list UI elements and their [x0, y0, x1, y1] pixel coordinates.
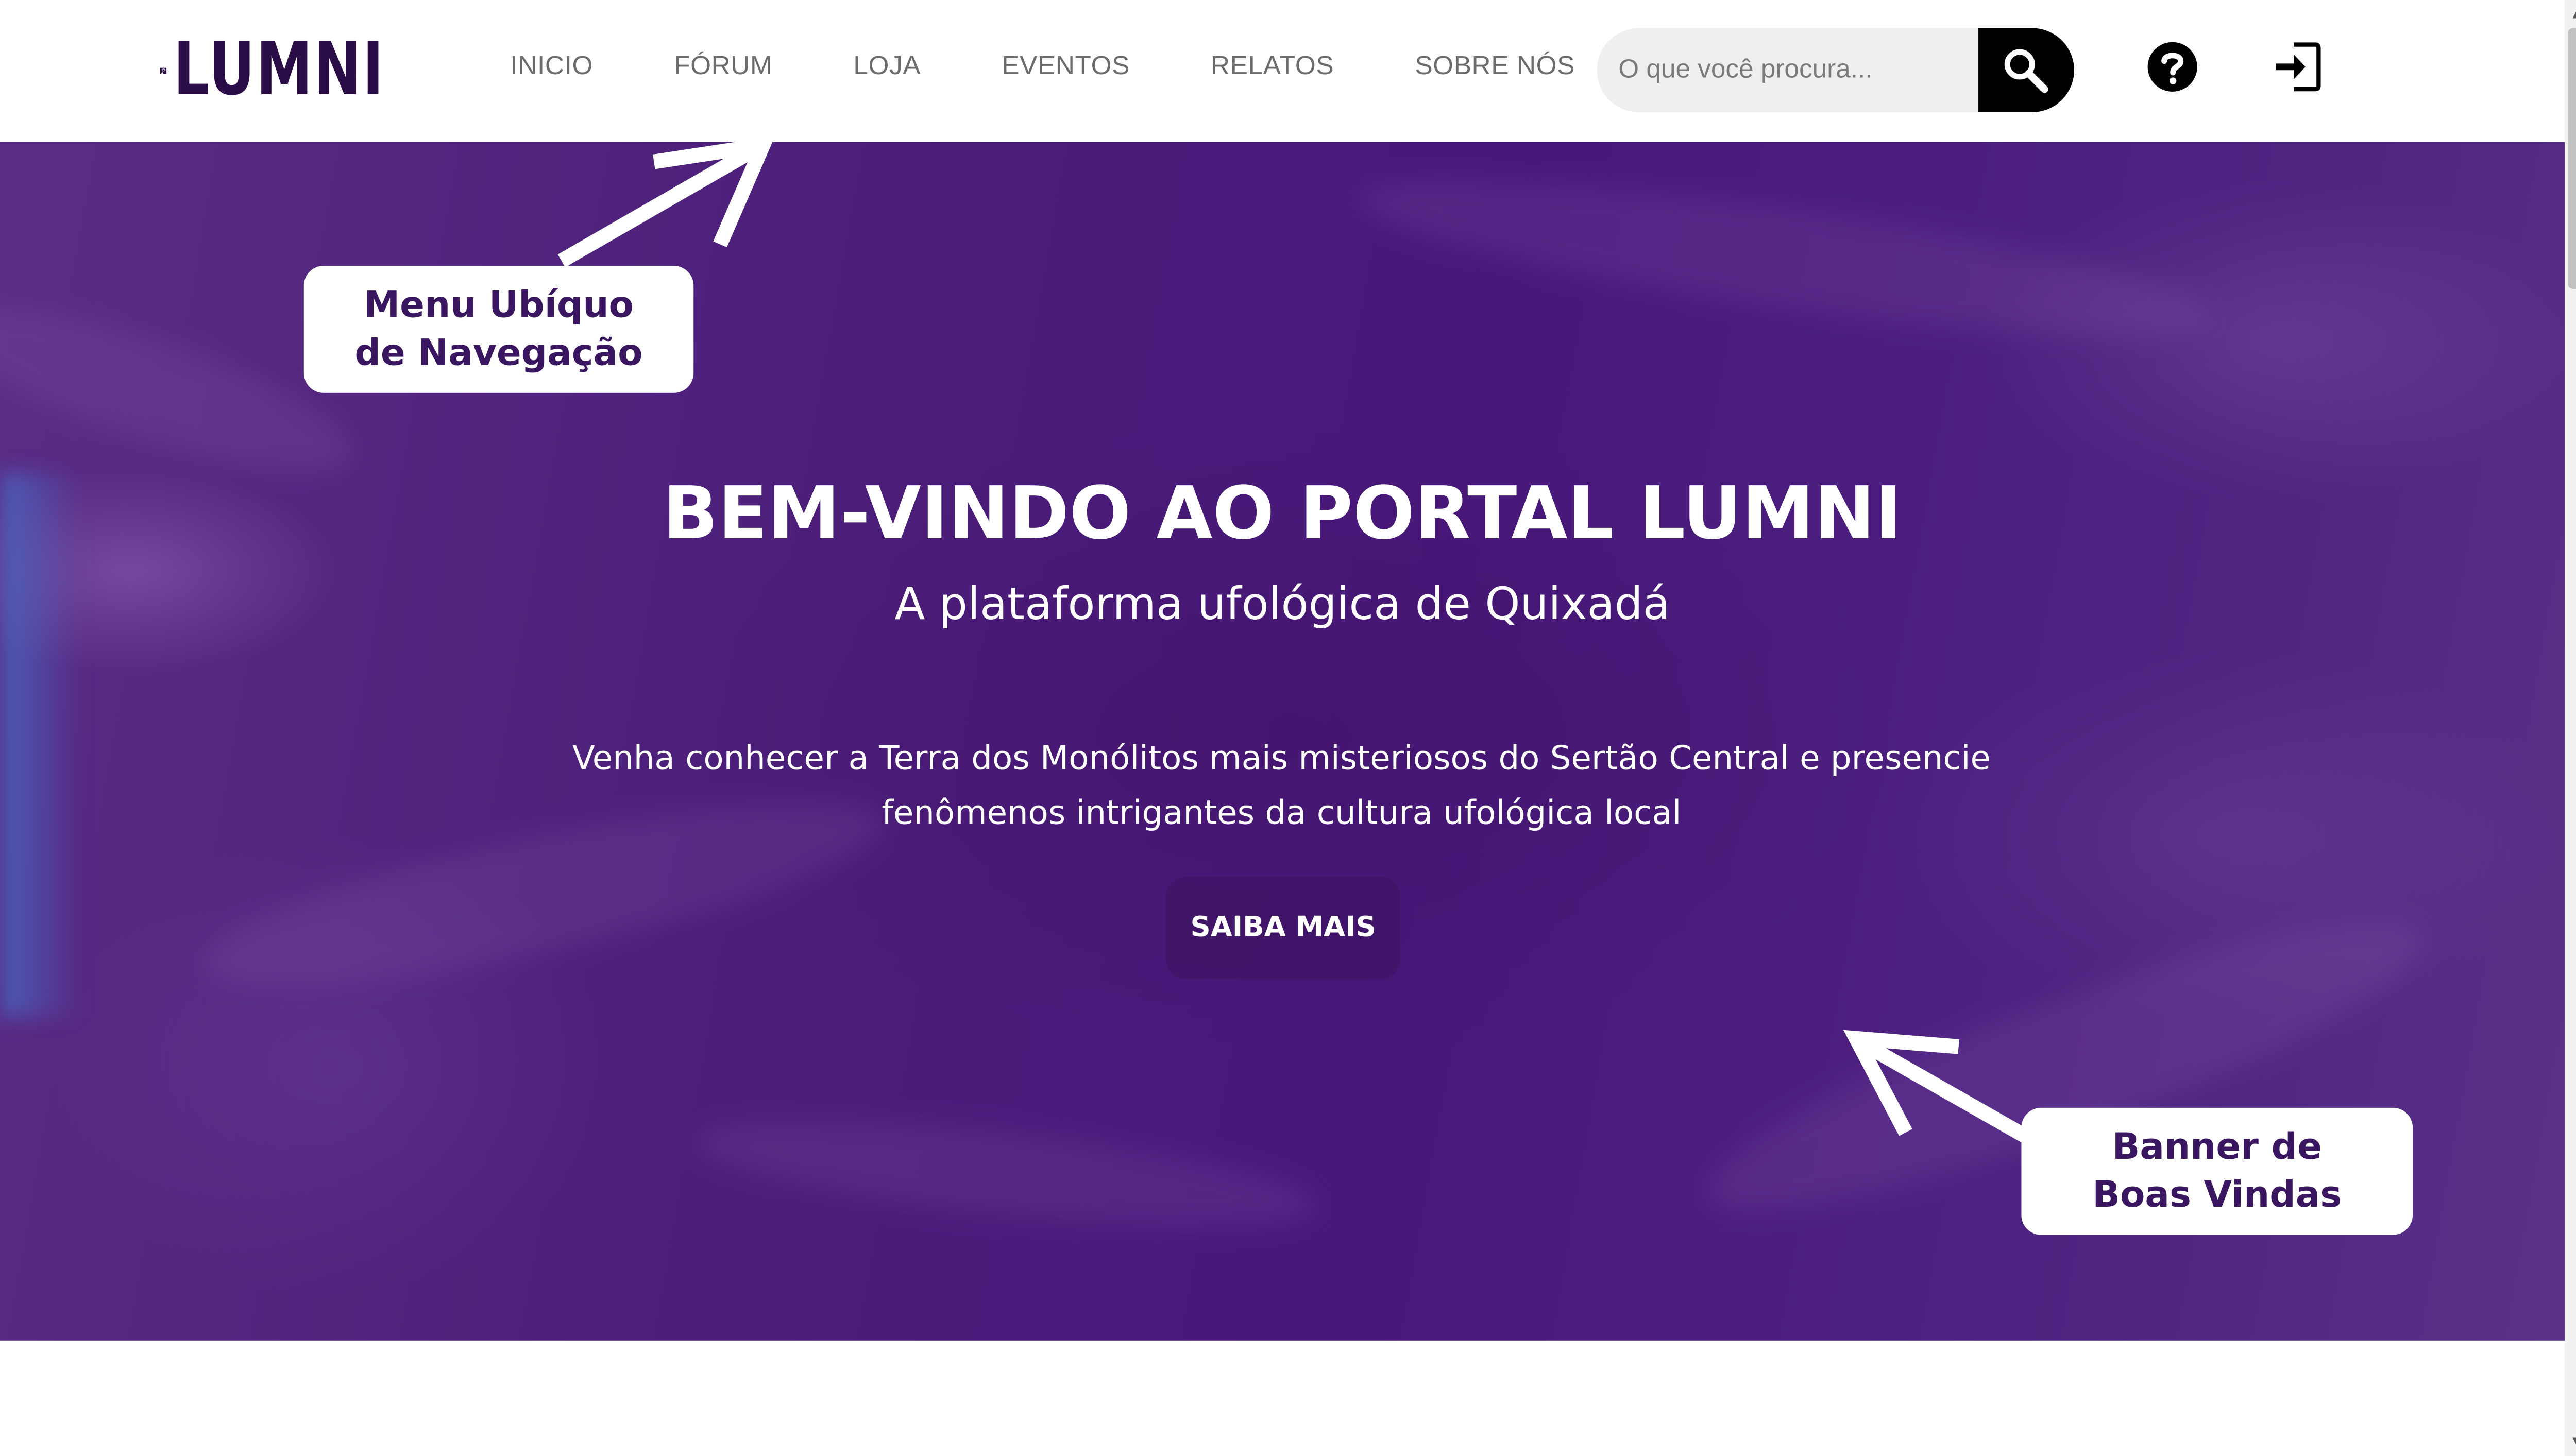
annotation-banner-label: Banner de Boas Vindas	[2021, 1107, 2413, 1235]
question-circle-icon[interactable]	[2147, 41, 2198, 92]
nav-item-inicio[interactable]: INICIO	[510, 53, 593, 83]
top-navigation-bar: LUMNI INICIO FÓRUM LOJA EVENTOS RELATOS …	[0, 0, 2565, 142]
nav-item-forum[interactable]: FÓRUM	[674, 53, 772, 83]
main-nav: INICIO FÓRUM LOJA EVENTOS RELATOS SOBRE …	[510, 53, 1656, 83]
annotation-menu-label: Menu Ubíquo de Navegação	[303, 266, 694, 393]
nav-item-loja[interactable]: LOJA	[853, 53, 921, 83]
banner-subtitle: A plataforma ufológica de Quixadá	[894, 579, 1670, 631]
saiba-mais-button[interactable]: SAIBA MAIS	[1166, 877, 1401, 979]
banner-description: Venha conhecer a Terra dos Monólitos mai…	[572, 738, 1991, 832]
scroll-down-icon[interactable]: ▼	[2565, 1428, 2576, 1456]
ufo-logo-icon	[160, 67, 167, 74]
scroll-thumb[interactable]	[2568, 28, 2576, 289]
nav-item-eventos[interactable]: EVENTOS	[1002, 53, 1130, 83]
logo[interactable]: LUMNI	[160, 33, 444, 109]
vertical-scrollbar[interactable]: ▲ ▼	[2564, 0, 2576, 1456]
annotation-banner-line2: Boas Vindas	[2092, 1174, 2342, 1216]
sign-in-icon[interactable]	[2273, 40, 2322, 94]
search-icon	[2004, 48, 2048, 92]
scroll-up-icon[interactable]: ▲	[2565, 0, 2576, 28]
banner-title: BEM-VINDO AO PORTAL LUMNI	[663, 472, 1902, 557]
nav-item-relatos[interactable]: RELATOS	[1211, 53, 1334, 83]
annotation-banner-line1: Banner de	[2112, 1126, 2322, 1168]
annotation-menu-line1: Menu Ubíquo	[363, 284, 634, 327]
search-bar	[1597, 28, 2074, 112]
search-input[interactable]	[1597, 28, 1993, 112]
annotation-menu-line2: de Navegação	[354, 332, 643, 374]
logo-text: LUMNI	[173, 28, 385, 112]
nav-item-sobre-nos[interactable]: SOBRE NÓS	[1415, 53, 1575, 83]
page: LUMNI INICIO FÓRUM LOJA EVENTOS RELATOS …	[0, 0, 2576, 1456]
search-button[interactable]	[1978, 28, 2074, 112]
